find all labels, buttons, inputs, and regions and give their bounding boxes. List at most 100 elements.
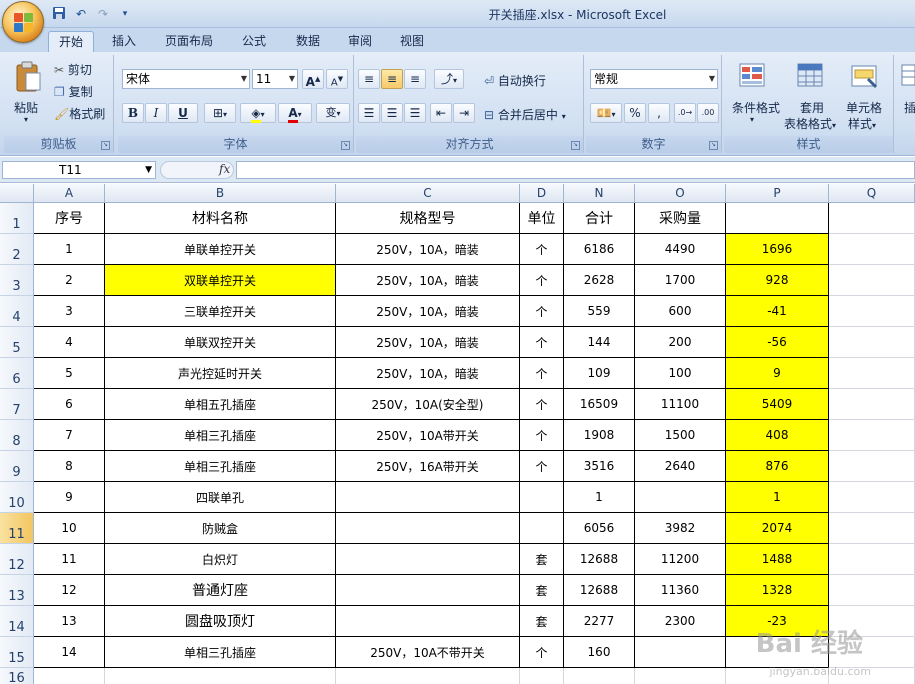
cell-p3[interactable]: 928 xyxy=(726,265,829,296)
cell-o10[interactable] xyxy=(635,482,726,513)
cell-b14[interactable]: 圆盘吸顶灯 xyxy=(105,606,336,637)
cell-styles-label-1[interactable]: 单元格 xyxy=(846,99,882,116)
row-header-11[interactable]: 11 xyxy=(0,513,34,544)
column-header-p[interactable]: P xyxy=(726,184,829,203)
cell-d16[interactable] xyxy=(520,668,564,684)
cell-a8[interactable]: 7 xyxy=(34,420,105,451)
tab-page-layout[interactable]: 页面布局 xyxy=(158,31,220,52)
copy-button[interactable]: ❐ 复制 xyxy=(54,83,93,100)
align-bottom-button[interactable]: ≡ xyxy=(404,69,426,89)
cell-p4[interactable]: -41 xyxy=(726,296,829,327)
tab-insert[interactable]: 插入 xyxy=(102,31,146,52)
clipboard-launcher-icon[interactable]: ↘ xyxy=(101,141,110,150)
cell-c4[interactable]: 250V，10A，暗装 xyxy=(336,296,520,327)
paste-label[interactable]: 粘贴 xyxy=(14,99,38,116)
row-header-5[interactable]: 5 xyxy=(0,327,34,358)
cell-p6[interactable]: 9 xyxy=(726,358,829,389)
cut-button[interactable]: ✂ 剪切 xyxy=(54,61,92,78)
cell-o6[interactable]: 100 xyxy=(635,358,726,389)
cell-d14[interactable]: 套 xyxy=(520,606,564,637)
cell-q12[interactable] xyxy=(829,544,915,575)
phonetic-button[interactable]: 变▾ xyxy=(316,103,350,123)
currency-button[interactable]: 💴▾ xyxy=(590,103,622,123)
cell-p10[interactable]: 1 xyxy=(726,482,829,513)
cell-n14[interactable]: 2277 xyxy=(564,606,635,637)
cell-o3[interactable]: 1700 xyxy=(635,265,726,296)
cell-q3[interactable] xyxy=(829,265,915,296)
cell-c2[interactable]: 250V，10A，暗装 xyxy=(336,234,520,265)
cell-o7[interactable]: 11100 xyxy=(635,389,726,420)
cell-o12[interactable]: 11200 xyxy=(635,544,726,575)
cell-o15[interactable] xyxy=(635,637,726,668)
bold-button[interactable]: B xyxy=(122,103,144,123)
tab-formulas[interactable]: 公式 xyxy=(232,31,276,52)
underline-button[interactable]: U xyxy=(168,103,198,123)
cell-q2[interactable] xyxy=(829,234,915,265)
font-name-combo[interactable]: 宋体 ▼ xyxy=(122,69,250,89)
cell-a16[interactable] xyxy=(34,668,105,684)
cell-n15[interactable]: 160 xyxy=(564,637,635,668)
cell-n4[interactable]: 559 xyxy=(564,296,635,327)
row-header-14[interactable]: 14 xyxy=(0,606,34,637)
row-header-15[interactable]: 15 xyxy=(0,637,34,668)
cell-c9[interactable]: 250V，16A带开关 xyxy=(336,451,520,482)
increase-indent-button[interactable]: ⇥ xyxy=(453,103,475,123)
cell-a5[interactable]: 4 xyxy=(34,327,105,358)
cell-b16[interactable] xyxy=(105,668,336,684)
align-center-button[interactable]: ☰ xyxy=(381,103,403,123)
header-cell-d[interactable]: 单位 xyxy=(520,203,564,234)
cell-n2[interactable]: 6186 xyxy=(564,234,635,265)
row-header-10[interactable]: 10 xyxy=(0,482,34,513)
cell-a7[interactable]: 6 xyxy=(34,389,105,420)
cell-q8[interactable] xyxy=(829,420,915,451)
row-header-12[interactable]: 12 xyxy=(0,544,34,575)
font-launcher-icon[interactable]: ↘ xyxy=(341,141,350,150)
cell-n8[interactable]: 1908 xyxy=(564,420,635,451)
format-painter-button[interactable]: 🖌格式刷 xyxy=(54,105,105,122)
cell-p12[interactable]: 1488 xyxy=(726,544,829,575)
cell-p13[interactable]: 1328 xyxy=(726,575,829,606)
cell-n16[interactable] xyxy=(564,668,635,684)
cell-o4[interactable]: 600 xyxy=(635,296,726,327)
row-header-7[interactable]: 7 xyxy=(0,389,34,420)
cell-c12[interactable] xyxy=(336,544,520,575)
cell-n10[interactable]: 1 xyxy=(564,482,635,513)
merge-center-button[interactable]: ⊟ 合并后居中 ▾ xyxy=(484,106,566,123)
row-header-4[interactable]: 4 xyxy=(0,296,34,327)
cell-d15[interactable]: 个 xyxy=(520,637,564,668)
cell-o2[interactable]: 4490 xyxy=(635,234,726,265)
cell-q10[interactable] xyxy=(829,482,915,513)
insert-cells-label[interactable]: 插 xyxy=(904,99,915,116)
cell-c7[interactable]: 250V，10A(安全型) xyxy=(336,389,520,420)
formula-input[interactable] xyxy=(236,161,915,179)
cell-q13[interactable] xyxy=(829,575,915,606)
cell-n9[interactable]: 3516 xyxy=(564,451,635,482)
cell-a9[interactable]: 8 xyxy=(34,451,105,482)
cell-d5[interactable]: 个 xyxy=(520,327,564,358)
cell-d12[interactable]: 套 xyxy=(520,544,564,575)
column-header-b[interactable]: B xyxy=(105,184,336,203)
wrap-text-button[interactable]: ⏎ 自动换行 xyxy=(484,72,546,89)
chevron-down-icon[interactable]: ▾ xyxy=(750,115,754,124)
cell-q11[interactable] xyxy=(829,513,915,544)
cell-q7[interactable] xyxy=(829,389,915,420)
cell-c6[interactable]: 250V，10A，暗装 xyxy=(336,358,520,389)
cell-o8[interactable]: 1500 xyxy=(635,420,726,451)
align-middle-button[interactable]: ≡ xyxy=(381,69,403,89)
cell-b2[interactable]: 单联单控开关 xyxy=(105,234,336,265)
cell-c8[interactable]: 250V，10A带开关 xyxy=(336,420,520,451)
conditional-format-label[interactable]: 条件格式 xyxy=(732,99,780,116)
cell-b8[interactable]: 单相三孔插座 xyxy=(105,420,336,451)
decrease-decimal-button[interactable]: .00 xyxy=(697,103,719,123)
insert-cells-icon[interactable] xyxy=(900,61,915,91)
header-cell-o[interactable]: 采购量 xyxy=(635,203,726,234)
cell-o9[interactable]: 2640 xyxy=(635,451,726,482)
cell-d10[interactable] xyxy=(520,482,564,513)
header-cell-p[interactable] xyxy=(726,203,829,234)
percent-button[interactable]: % xyxy=(624,103,646,123)
cell-b6[interactable]: 声光控延时开关 xyxy=(105,358,336,389)
column-header-o[interactable]: O xyxy=(635,184,726,203)
cell-c3[interactable]: 250V，10A，暗装 xyxy=(336,265,520,296)
cell-d7[interactable]: 个 xyxy=(520,389,564,420)
column-header-q[interactable]: Q xyxy=(829,184,915,203)
